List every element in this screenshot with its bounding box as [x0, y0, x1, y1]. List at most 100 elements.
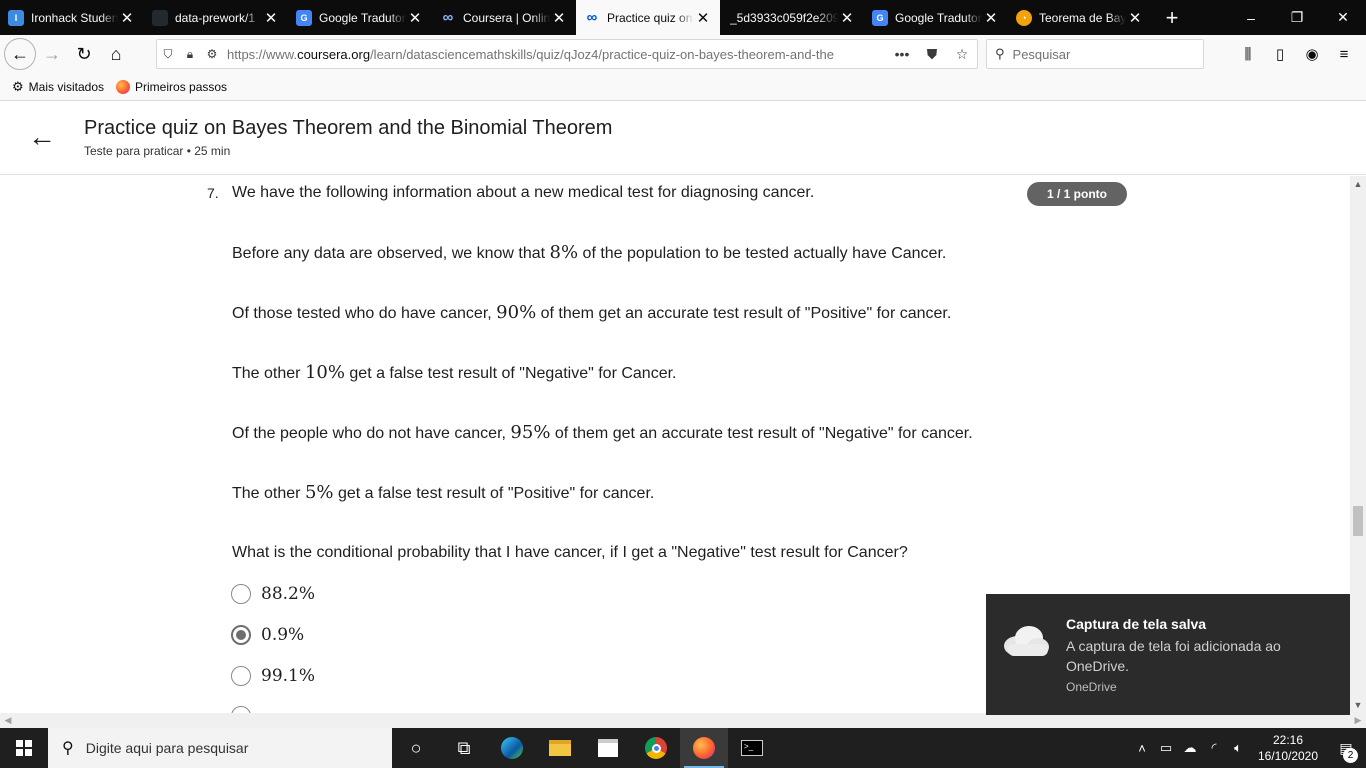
restore-icon[interactable]: ❐ [1274, 0, 1320, 35]
home-icon[interactable]: ⌂ [100, 38, 132, 70]
taskbar-search-input[interactable]: ⚲ Digite aqui para pesquisar [48, 728, 392, 768]
answer-option[interactable]: 88.2% [231, 584, 315, 604]
question-number: 7. [207, 185, 219, 201]
bookmark-star-icon[interactable]: ☆ [947, 46, 977, 63]
browser-tab[interactable]: _5d3933c059f2e2098 ✕ [720, 0, 864, 35]
browser-tab[interactable]: G Google Tradutor ✕ [288, 0, 432, 35]
page-title: Practice quiz on Bayes Theorem and the B… [84, 117, 613, 139]
tab-close-icon[interactable]: ✕ [406, 9, 424, 27]
volume-icon[interactable]: 🔈︎ [1226, 740, 1250, 756]
page-actions-icon[interactable]: ••• [887, 46, 917, 62]
tab-close-icon[interactable]: ✕ [550, 9, 568, 27]
answer-option-partial[interactable] [231, 706, 261, 713]
minimize-icon[interactable]: – [1228, 0, 1274, 35]
forward-arrow-icon[interactable]: → [36, 38, 68, 70]
question-paragraph: The other 5% get a false test result of … [232, 482, 655, 503]
browser-tab-active[interactable]: ∞ Practice quiz on ✕ [576, 0, 720, 35]
answer-option[interactable]: 99.1% [231, 666, 315, 686]
lock-icon[interactable]: 🔒︎ [179, 47, 201, 62]
wifi-icon[interactable]: ◜ [1202, 740, 1226, 756]
scroll-up-icon[interactable]: ▲ [1350, 176, 1366, 192]
shield-icon[interactable]: ⛉ [157, 47, 179, 62]
browser-tab[interactable]: I Ironhack Student ✕ [0, 0, 144, 35]
tab-favicon-icon: ◔ [1016, 9, 1032, 26]
tab-title: Practice quiz on [607, 10, 693, 25]
tab-close-icon[interactable]: ✕ [118, 9, 136, 27]
cortana-icon[interactable]: ○ [392, 728, 440, 768]
onedrive-icon[interactable]: ☁ [1178, 740, 1202, 756]
sidebar-icon[interactable]: ▯ [1264, 38, 1296, 70]
store-icon[interactable] [584, 728, 632, 768]
quiz-header: ← Practice quiz on Bayes Theorem and the… [0, 102, 1366, 175]
library-icon[interactable]: ⫼ [1232, 38, 1264, 70]
close-window-icon[interactable]: ✕ [1320, 0, 1366, 35]
tab-favicon-icon: G [296, 9, 312, 26]
tab-close-icon[interactable]: ✕ [694, 9, 712, 27]
vertical-scrollbar[interactable]: ▲ ▼ [1350, 176, 1366, 713]
search-icon: ⚲ [62, 740, 74, 757]
onedrive-notification[interactable]: Captura de tela salva A captura de tela … [986, 594, 1350, 715]
firefox-icon[interactable] [680, 728, 728, 768]
browser-tab[interactable]: ◔ Teorema de Bay ✕ [1008, 0, 1152, 35]
terminal-icon[interactable]: >_ [728, 728, 776, 768]
notification-body: A captura de tela foi adicionada ao OneD… [1066, 638, 1281, 674]
question-paragraph: We have the following information about … [232, 184, 815, 201]
tab-close-icon[interactable]: ✕ [838, 9, 856, 27]
browser-tab[interactable]: data-prework/1 ✕ [144, 0, 288, 35]
tab-favicon-icon: ∞ [442, 9, 454, 26]
battery-icon[interactable]: ▭ [1154, 740, 1178, 756]
question-paragraph: Before any data are observed, we know th… [232, 242, 947, 263]
tab-title: Teorema de Bay [1039, 10, 1126, 25]
clock[interactable]: 22:16 16/10/2020 [1250, 732, 1326, 764]
radio-button-checked[interactable] [231, 625, 251, 645]
toolbar-right: ⫼ ▯ ◉ ≡ [1232, 38, 1360, 70]
url-text[interactable]: https://www.coursera.org/learn/datascien… [223, 47, 887, 62]
gear-icon: ⚙ [12, 78, 24, 94]
scroll-down-icon[interactable]: ▼ [1350, 697, 1366, 713]
browser-tab[interactable]: G Google Tradutor ✕ [864, 0, 1008, 35]
reload-icon[interactable]: ↻ [68, 38, 100, 70]
scroll-left-icon[interactable]: ◀ [0, 713, 16, 728]
math-value: 90% [496, 302, 537, 323]
bookmark-getting-started[interactable]: Primeiros passos [116, 79, 228, 94]
chrome-icon[interactable] [632, 728, 680, 768]
menu-icon[interactable]: ≡ [1328, 38, 1360, 70]
task-view-icon[interactable]: ⧉ [440, 728, 488, 768]
back-arrow-icon[interactable]: ← [4, 38, 36, 70]
answer-option-selected[interactable]: 0.9% [231, 625, 304, 645]
navigation-bar: ← → ↻ ⌂ ⛉ 🔒︎ ⚙ https://www.coursera.org/… [0, 35, 1366, 73]
url-bar[interactable]: ⛉ 🔒︎ ⚙ https://www.coursera.org/learn/da… [156, 39, 978, 69]
pocket-icon[interactable]: ⛊ [917, 46, 947, 63]
firefox-icon [116, 79, 131, 94]
search-input[interactable]: ⚲ Pesquisar [986, 39, 1204, 69]
option-label: 0.9% [261, 625, 305, 645]
option-label: 99.1% [261, 666, 316, 686]
bookmark-label: Primeiros passos [135, 79, 228, 94]
browser-tab[interactable]: ∞ Coursera | Onlin ✕ [432, 0, 576, 35]
account-icon[interactable]: ◉ [1296, 38, 1328, 70]
new-tab-icon[interactable]: + [1152, 0, 1192, 35]
edge-icon[interactable] [488, 728, 536, 768]
start-button[interactable] [0, 728, 48, 768]
radio-button[interactable] [231, 666, 251, 686]
file-explorer-icon[interactable] [536, 728, 584, 768]
show-hidden-icons-icon[interactable]: ˄ [1130, 741, 1154, 756]
notification-source: OneDrive [1066, 680, 1117, 694]
bookmark-most-visited[interactable]: ⚙ Mais visitados [12, 79, 104, 95]
windows-logo-icon [16, 740, 32, 756]
action-center-icon[interactable]: ▤ 2 [1326, 740, 1366, 763]
tab-title: Google Tradutor [895, 10, 982, 25]
back-arrow-icon[interactable]: ← [28, 122, 58, 152]
scrollbar-thumb[interactable] [1353, 506, 1363, 536]
scroll-right-icon[interactable]: ▶ [1350, 713, 1366, 728]
radio-button[interactable] [231, 584, 251, 604]
math-value: 10% [304, 362, 345, 383]
taskbar-search-placeholder: Digite aqui para pesquisar [85, 740, 249, 756]
horizontal-scrollbar[interactable]: ◀ ▶ [0, 713, 1366, 728]
tab-close-icon[interactable]: ✕ [1126, 9, 1144, 27]
radio-button[interactable] [231, 706, 251, 713]
permissions-icon[interactable]: ⚙ [201, 47, 223, 61]
notification-count: 2 [1343, 747, 1358, 763]
tab-close-icon[interactable]: ✕ [982, 9, 1000, 27]
tab-close-icon[interactable]: ✕ [262, 9, 280, 27]
